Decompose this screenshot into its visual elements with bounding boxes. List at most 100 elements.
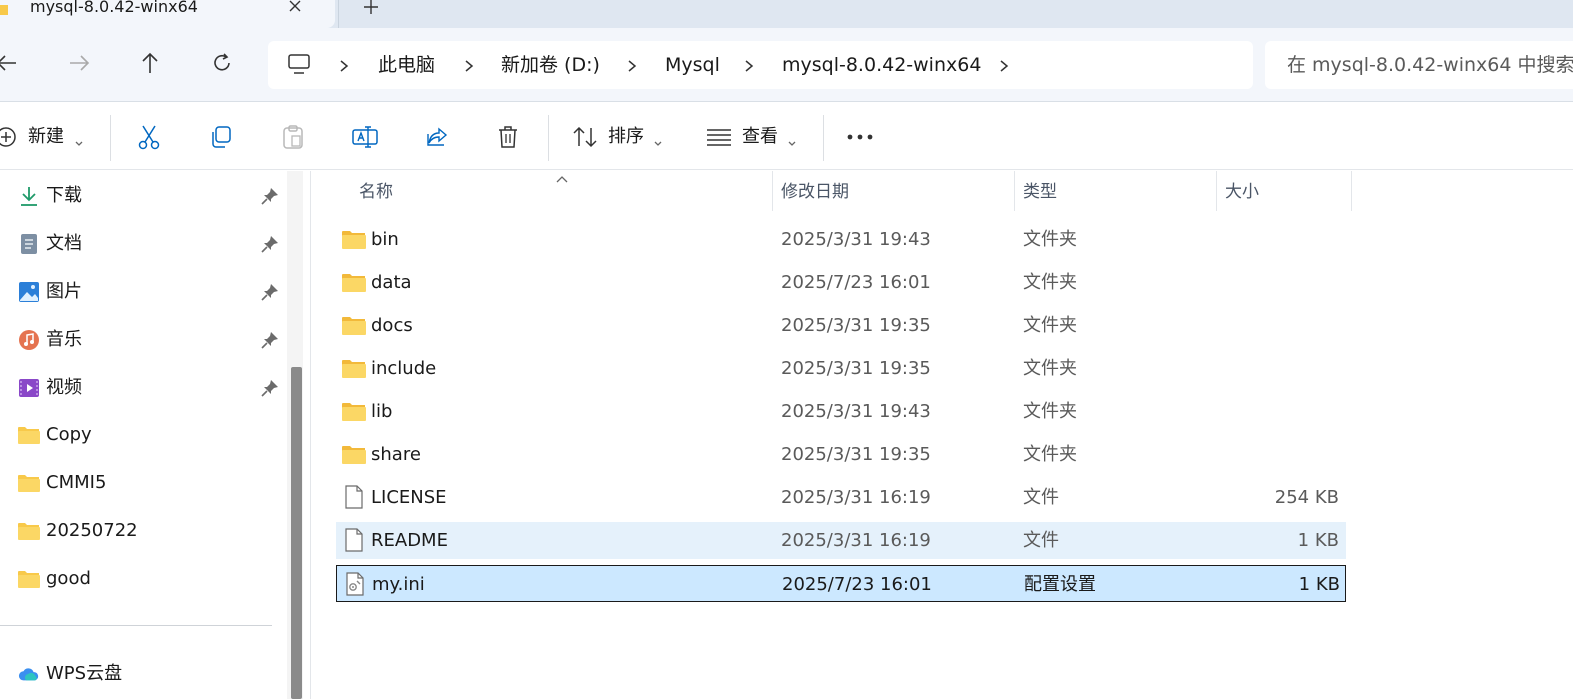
sidebar-item-label: Copy (46, 424, 92, 445)
cloud-icon (18, 663, 40, 685)
file-size: 1 KB (1298, 574, 1340, 595)
sidebar-item-videos[interactable]: 视频 (0, 368, 285, 408)
file-name: bin (371, 229, 399, 250)
file-date: 2025/7/23 16:01 (781, 272, 931, 293)
back-button[interactable] (0, 50, 20, 76)
new-icon[interactable] (0, 123, 20, 151)
close-icon[interactable] (285, 0, 305, 16)
column-header-size[interactable]: 大小 (1225, 181, 1259, 203)
sort-button[interactable]: 排序 (608, 126, 644, 148)
sidebar-item-pictures[interactable]: 图片 (0, 272, 285, 312)
sidebar-item-music[interactable]: 音乐 (0, 320, 285, 360)
file-icon (342, 485, 366, 509)
folder-icon (342, 399, 366, 423)
sidebar-item-wps-cloud[interactable]: WPS云盘 (0, 654, 285, 694)
sidebar-item-documents[interactable]: 文档 (0, 224, 285, 264)
folder-icon (0, 0, 8, 19)
toolbar-separator (110, 115, 111, 161)
view-icon[interactable] (705, 123, 733, 151)
table-row[interactable]: docs 2025/3/31 19:35 文件夹 (336, 307, 1346, 344)
new-button[interactable]: 新建 (28, 126, 64, 148)
up-button[interactable] (137, 50, 163, 76)
column-header-date[interactable]: 修改日期 (781, 181, 849, 203)
tab-title: mysql-8.0.42-winx64 (30, 0, 198, 16)
view-button[interactable]: 查看 (742, 126, 778, 148)
tab-active[interactable]: mysql-8.0.42-winx64 (0, 0, 335, 28)
table-row[interactable]: lib 2025/3/31 19:43 文件夹 (336, 393, 1346, 430)
folder-icon (18, 520, 40, 542)
table-row[interactable]: my.ini 2025/7/23 16:01 配置设置 1 KB (336, 565, 1346, 602)
sidebar-item-copy[interactable]: Copy (0, 415, 285, 455)
sidebar-item-good[interactable]: good (0, 559, 285, 599)
more-options-icon[interactable] (846, 123, 874, 151)
share-icon[interactable] (423, 123, 451, 151)
file-name: include (371, 358, 437, 379)
breadcrumb-current-folder[interactable]: mysql-8.0.42-winx64 (782, 54, 981, 76)
paste-icon[interactable] (279, 123, 307, 151)
chevron-right-icon[interactable] (743, 58, 755, 72)
pin-icon[interactable] (261, 187, 279, 205)
cut-icon[interactable] (135, 123, 163, 151)
new-tab-button[interactable] (360, 0, 382, 18)
sort-icon[interactable] (571, 123, 599, 151)
file-date: 2025/3/31 19:35 (781, 358, 931, 379)
rename-icon[interactable] (351, 123, 379, 151)
search-input[interactable]: 在 mysql-8.0.42-winx64 中搜索 (1265, 41, 1573, 89)
column-header-name[interactable]: 名称 (359, 181, 393, 203)
sidebar-scrollbar-thumb[interactable] (291, 367, 302, 699)
sidebar-item-downloads[interactable]: 下载 (0, 176, 285, 216)
delete-icon[interactable] (494, 123, 522, 151)
address-bar[interactable]: 此电脑 新加卷 (D:) Mysql mysql-8.0.42-winx64 (268, 41, 1253, 89)
breadcrumb-drive-d[interactable]: 新加卷 (D:) (501, 54, 600, 76)
chevron-down-icon[interactable] (787, 133, 797, 146)
file-name: docs (371, 315, 413, 336)
pin-icon[interactable] (261, 331, 279, 349)
documents-icon (18, 233, 40, 255)
table-row[interactable]: data 2025/7/23 16:01 文件夹 (336, 264, 1346, 301)
copy-icon[interactable] (207, 123, 235, 151)
file-type: 配置设置 (1024, 574, 1096, 595)
column-separator[interactable] (1014, 171, 1015, 211)
sidebar-item-cmmi5[interactable]: CMMI5 (0, 463, 285, 503)
table-row[interactable]: include 2025/3/31 19:35 文件夹 (336, 350, 1346, 387)
refresh-button[interactable] (209, 50, 235, 76)
sidebar-item-label: 下载 (46, 185, 82, 206)
pin-icon[interactable] (261, 283, 279, 301)
sidebar-item-label: CMMI5 (46, 472, 107, 493)
column-header-type[interactable]: 类型 (1023, 181, 1057, 203)
folder-icon (342, 356, 366, 380)
sidebar-divider (0, 625, 272, 626)
pin-icon[interactable] (261, 379, 279, 397)
table-row[interactable]: bin 2025/3/31 19:43 文件夹 (336, 221, 1346, 258)
pin-icon[interactable] (261, 235, 279, 253)
breadcrumb-this-pc[interactable]: 此电脑 (378, 54, 435, 76)
table-row[interactable]: LICENSE 2025/3/31 16:19 文件 254 KB (336, 479, 1346, 516)
column-separator[interactable] (772, 171, 773, 211)
column-separator[interactable] (1351, 171, 1352, 211)
chevron-right-icon[interactable] (463, 58, 475, 72)
file-type: 文件夹 (1023, 444, 1077, 465)
pictures-icon (18, 281, 40, 303)
chevron-down-icon[interactable] (74, 133, 84, 146)
folder-icon (342, 313, 366, 337)
table-row[interactable]: share 2025/3/31 19:35 文件夹 (336, 436, 1346, 473)
file-type: 文件夹 (1023, 315, 1077, 336)
table-row[interactable]: README 2025/3/31 16:19 文件 1 KB (336, 522, 1346, 559)
forward-button[interactable] (66, 50, 92, 76)
breadcrumb-mysql[interactable]: Mysql (665, 54, 720, 76)
sidebar-item-label: 音乐 (46, 329, 82, 350)
chevron-down-icon[interactable] (653, 133, 663, 146)
folder-icon (342, 270, 366, 294)
sort-ascending-icon (555, 169, 569, 183)
file-size: 254 KB (1274, 487, 1339, 508)
file-date: 2025/3/31 19:43 (781, 401, 931, 422)
file-type: 文件夹 (1023, 401, 1077, 422)
chevron-right-icon[interactable] (998, 58, 1010, 72)
sidebar-item-20250722[interactable]: 20250722 (0, 511, 285, 551)
folder-icon (18, 568, 40, 590)
toolbar-separator (823, 115, 824, 161)
sidebar-item-label: good (46, 568, 91, 589)
column-separator[interactable] (1216, 171, 1217, 211)
chevron-right-icon[interactable] (626, 58, 638, 72)
chevron-right-icon[interactable] (338, 58, 350, 72)
